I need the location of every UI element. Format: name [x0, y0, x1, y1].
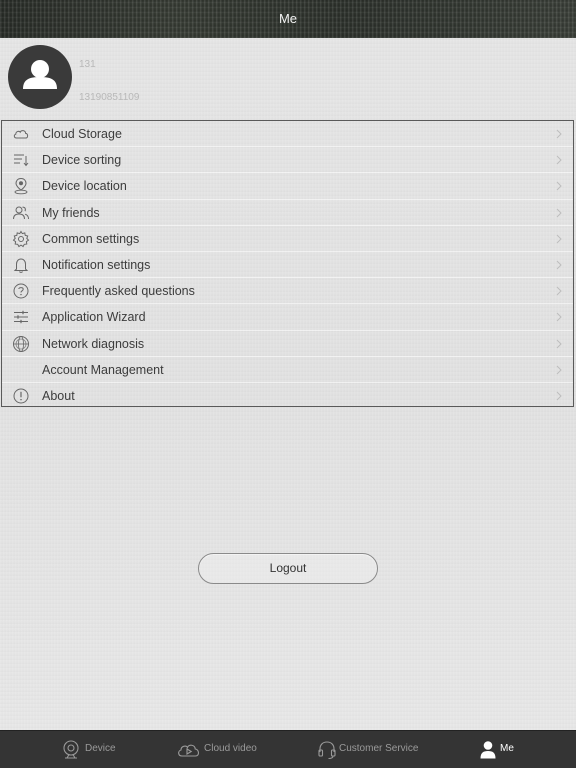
- profile-name: 131: [79, 59, 96, 70]
- chevron-right-icon: [556, 286, 562, 296]
- gear-icon: [12, 230, 30, 247]
- menu-item-application-wizard[interactable]: Application Wizard: [2, 304, 573, 331]
- tab-label: Cloud video: [204, 743, 257, 754]
- menu-item-label: Application Wizard: [42, 310, 146, 325]
- profile-phone: 13190851109: [79, 92, 140, 103]
- menu-item-label: Notification settings: [42, 257, 151, 272]
- chevron-right-icon: [556, 155, 562, 165]
- page-title: Me: [278, 11, 298, 26]
- question-icon: [13, 283, 29, 299]
- tab-customer-service[interactable]: Customer Service: [316, 731, 426, 768]
- avatar[interactable]: [8, 45, 72, 109]
- sort-icon: [14, 154, 29, 167]
- menu-item-network-diagnosis[interactable]: Network diagnosis: [2, 331, 573, 357]
- menu-item-label: Device location: [42, 179, 127, 194]
- person-icon: [480, 741, 496, 759]
- chevron-right-icon: [556, 365, 562, 375]
- menu-item-account-management[interactable]: Account Management: [2, 357, 573, 383]
- chevron-right-icon: [556, 129, 562, 139]
- friends-icon: [13, 206, 29, 219]
- globe-icon: [13, 335, 29, 352]
- location-pin-icon: [14, 178, 28, 195]
- menu-item-label: Network diagnosis: [42, 336, 145, 351]
- tab-label: Device: [85, 743, 116, 754]
- headset-icon: [318, 741, 336, 760]
- menu-item-cloud-storage[interactable]: Cloud Storage: [2, 121, 573, 148]
- info-icon: [13, 388, 29, 404]
- bottom-tab-bar: Device Cloud video Customer Service Me: [0, 730, 576, 768]
- logout-button[interactable]: Logout: [198, 553, 378, 584]
- menu-item-label: Cloud Storage: [42, 127, 122, 141]
- menu-item-my-friends[interactable]: My friends: [2, 200, 573, 226]
- user-silhouette-icon: [23, 60, 57, 89]
- chevron-right-icon: [556, 208, 562, 217]
- menu-item-device-sorting[interactable]: Device sorting: [2, 147, 573, 174]
- menu-item-notification-settings[interactable]: Notification settings: [2, 252, 573, 279]
- menu-item-label: Common settings: [42, 231, 140, 246]
- tab-device[interactable]: Device: [58, 731, 128, 768]
- tab-cloud-video[interactable]: Cloud video: [175, 731, 265, 768]
- sliders-icon: [14, 311, 28, 324]
- camera-icon: [63, 740, 79, 759]
- menu-item-about[interactable]: About: [2, 383, 573, 409]
- profile-section[interactable]: 131 13190851109: [0, 38, 576, 120]
- menu-item-faq[interactable]: Frequently asked questions: [2, 278, 573, 305]
- menu-item-label: Account Management: [42, 362, 164, 377]
- tab-label: Customer Service: [339, 743, 419, 754]
- chevron-right-icon: [556, 339, 562, 348]
- settings-menu: Cloud Storage Device sorting Device loca…: [1, 120, 574, 407]
- cloud-play-icon: [178, 744, 200, 757]
- menu-item-common-settings[interactable]: Common settings: [2, 226, 573, 252]
- chevron-right-icon: [556, 391, 562, 401]
- menu-item-label: About: [42, 388, 75, 403]
- menu-item-device-location[interactable]: Device location: [2, 173, 573, 200]
- tab-label: Me: [500, 743, 514, 754]
- bell-icon: [13, 258, 29, 273]
- chevron-right-icon: [556, 234, 562, 244]
- top-bar: Me: [0, 0, 576, 38]
- tab-me[interactable]: Me: [478, 731, 528, 768]
- chevron-right-icon: [556, 312, 562, 322]
- chevron-right-icon: [556, 260, 562, 270]
- menu-item-label: Frequently asked questions: [42, 284, 195, 299]
- chevron-right-icon: [556, 182, 562, 191]
- menu-item-label: My friends: [42, 205, 100, 220]
- menu-item-label: Device sorting: [42, 153, 122, 168]
- cloud-icon: [13, 130, 29, 139]
